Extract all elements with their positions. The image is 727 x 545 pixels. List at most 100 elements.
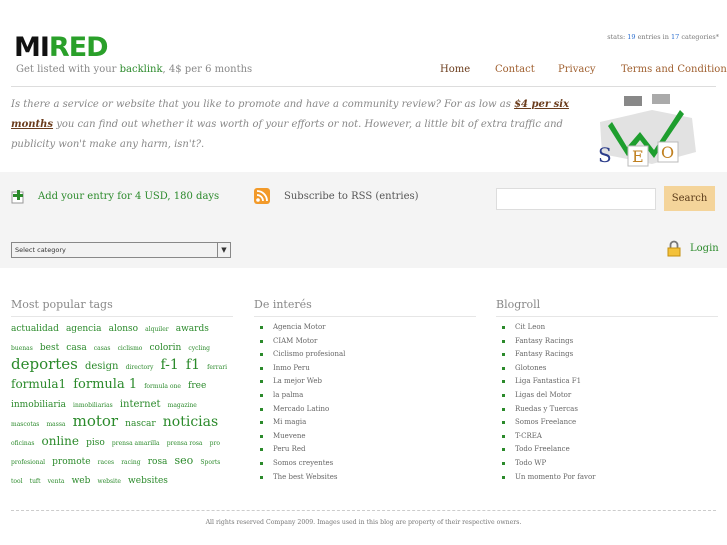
- nav-terms[interactable]: Terms and Conditions: [621, 64, 727, 75]
- list-item[interactable]: Todo WP: [496, 457, 596, 471]
- tag-link[interactable]: profesional: [11, 459, 45, 466]
- tag-link[interactable]: casas: [94, 345, 111, 352]
- tag-link[interactable]: f-1: [161, 357, 179, 373]
- search-input[interactable]: [496, 188, 656, 210]
- category-select[interactable]: Select category ▼: [11, 242, 231, 258]
- tagline: Get listed with your backlink, 4$ per 6 …: [16, 64, 252, 75]
- tag-link[interactable]: free: [188, 381, 206, 391]
- tag-link[interactable]: inmobiliaria: [11, 400, 66, 410]
- tags-divider: [11, 316, 233, 317]
- tag-link[interactable]: design: [85, 361, 119, 372]
- rss-icon: [254, 188, 270, 204]
- list-item[interactable]: Mercado Latino: [254, 403, 345, 417]
- list-item[interactable]: Somos Freelance: [496, 416, 596, 430]
- stats-entries[interactable]: 19: [627, 33, 635, 41]
- tag-link[interactable]: nascar: [125, 419, 156, 429]
- list-item[interactable]: Inmo Peru: [254, 362, 345, 376]
- seo-letter-e: E: [632, 147, 644, 166]
- tag-link[interactable]: promote: [52, 457, 90, 467]
- subscribe-rss-link[interactable]: Subscribe to RSS (entries): [284, 191, 419, 202]
- tag-link[interactable]: venta: [48, 478, 65, 485]
- site-logo[interactable]: MIRED: [14, 34, 109, 62]
- tag-link[interactable]: best: [40, 343, 59, 353]
- tag-link[interactable]: directory: [126, 364, 154, 371]
- add-entry-icon: [11, 190, 24, 204]
- tag-link[interactable]: noticias: [163, 414, 218, 430]
- list-item[interactable]: Un momento Por favor: [496, 471, 596, 485]
- list-item[interactable]: T-CREA: [496, 430, 596, 444]
- add-entry-link[interactable]: Add your entry for 4 USD, 180 days: [38, 191, 219, 202]
- list-item[interactable]: Fantasy Racings: [496, 335, 596, 349]
- tag-link[interactable]: tool: [11, 478, 23, 485]
- list-item[interactable]: Agencia Motor: [254, 321, 345, 335]
- list-item[interactable]: Cit Leon: [496, 321, 596, 335]
- tag-link[interactable]: pro: [210, 440, 220, 447]
- tag-link[interactable]: seo: [175, 454, 194, 467]
- list-item[interactable]: Somos creyentes: [254, 457, 345, 471]
- tag-link[interactable]: web: [72, 476, 91, 486]
- list-item[interactable]: Mi magia: [254, 416, 345, 430]
- chevron-down-icon[interactable]: ▼: [217, 243, 230, 257]
- tag-link[interactable]: oficinas: [11, 440, 34, 447]
- tag-link[interactable]: agencia: [66, 324, 102, 334]
- tag-link[interactable]: actualidad: [11, 324, 59, 334]
- list-item[interactable]: Ligas del Motor: [496, 389, 596, 403]
- list-item[interactable]: Glotones: [496, 362, 596, 376]
- tag-link[interactable]: formula1: [11, 377, 66, 391]
- tag-link[interactable]: website: [97, 478, 121, 485]
- tag-link[interactable]: cycling: [188, 345, 210, 352]
- tag-link[interactable]: rosa: [148, 457, 168, 467]
- list-item[interactable]: Fantasy Racings: [496, 348, 596, 362]
- tag-link[interactable]: internet: [120, 399, 161, 410]
- tag-link[interactable]: casa: [66, 343, 86, 353]
- tag-link[interactable]: Sports: [200, 459, 220, 466]
- seo-block: [652, 94, 670, 104]
- tag-link[interactable]: alquiler: [145, 326, 168, 333]
- tagline-link[interactable]: backlink: [120, 64, 163, 75]
- tag-link[interactable]: deportes: [11, 355, 78, 373]
- tag-link[interactable]: massa: [46, 421, 65, 428]
- tag-link[interactable]: prensa amarilla: [112, 440, 160, 447]
- list-item[interactable]: Muevene: [254, 430, 345, 444]
- tag-link[interactable]: piso: [86, 438, 105, 448]
- tag-link[interactable]: buenas: [11, 345, 33, 352]
- tag-link[interactable]: colorin: [150, 343, 182, 353]
- nav-home[interactable]: Home: [440, 64, 470, 75]
- list-item[interactable]: La mejor Web: [254, 375, 345, 389]
- tag-link[interactable]: websites: [128, 476, 168, 486]
- tag-link[interactable]: formula 1: [73, 377, 137, 392]
- tag-link[interactable]: prensa rosa: [167, 440, 203, 447]
- tag-link[interactable]: ciclismo: [118, 345, 143, 352]
- list-item[interactable]: Ciclismo profesional: [254, 348, 345, 362]
- tag-link[interactable]: motor: [73, 412, 118, 430]
- tag-link[interactable]: formula one: [144, 383, 181, 390]
- seo-letter-o: O: [661, 143, 674, 162]
- list-item[interactable]: Peru Red: [254, 443, 345, 457]
- intro-text: Is there a service or website that you l…: [11, 95, 571, 155]
- tag-link[interactable]: ferrari: [207, 364, 227, 371]
- tag-link[interactable]: alonso: [109, 324, 139, 334]
- tag-link[interactable]: awards: [176, 324, 209, 334]
- tag-link[interactable]: inmobiliarias: [73, 402, 113, 409]
- list-item[interactable]: CIAM Motor: [254, 335, 345, 349]
- list-item[interactable]: Ruedas y Tuercas: [496, 403, 596, 417]
- interes-divider: [254, 316, 476, 317]
- nav-contact[interactable]: Contact: [495, 64, 535, 75]
- tags-heading: Most popular tags: [11, 298, 113, 311]
- tag-link[interactable]: online: [42, 434, 79, 448]
- seo-letter-s: S: [598, 143, 612, 167]
- list-item[interactable]: la palma: [254, 389, 345, 403]
- tag-link[interactable]: tuft: [30, 478, 41, 485]
- list-item[interactable]: Todo Freelance: [496, 443, 596, 457]
- list-item[interactable]: Liga Fantastica F1: [496, 375, 596, 389]
- search-button[interactable]: Search: [664, 186, 715, 211]
- tag-link[interactable]: f1: [186, 357, 200, 373]
- tag-link[interactable]: races: [98, 459, 114, 466]
- tag-link[interactable]: magazine: [168, 402, 197, 409]
- tag-link[interactable]: racing: [121, 459, 140, 466]
- nav-privacy[interactable]: Privacy: [558, 64, 596, 75]
- tag-link[interactable]: mascotas: [11, 421, 39, 428]
- header-divider: [11, 86, 716, 87]
- list-item[interactable]: The best Websites: [254, 471, 345, 485]
- login-link[interactable]: Login: [690, 243, 719, 254]
